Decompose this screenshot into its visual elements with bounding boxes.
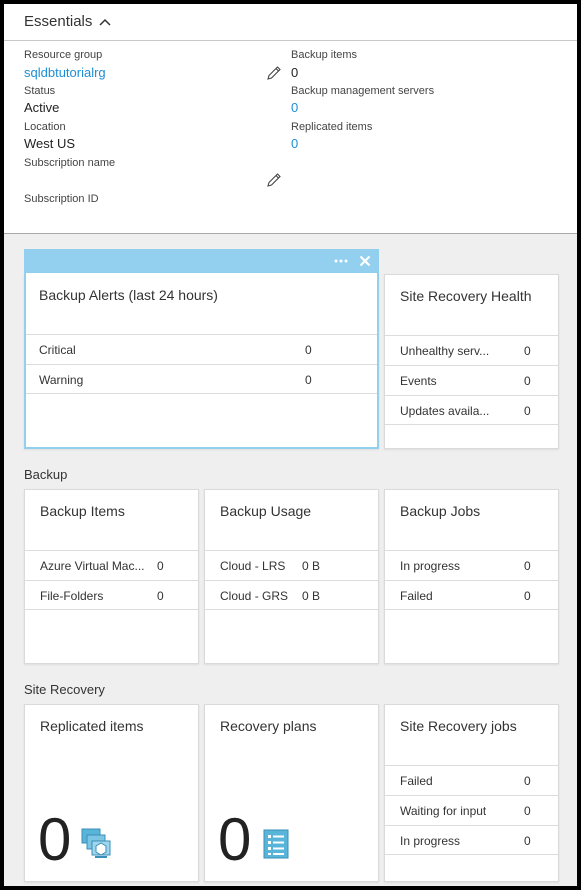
replicated-items-tile[interactable]: Replicated items 0 xyxy=(24,704,199,882)
site-recovery-health-tile[interactable]: Site Recovery Health Unhealthy serv... 0… xyxy=(384,274,559,449)
row-label: In progress xyxy=(400,559,461,573)
recovery-vault-blade: Essentials Resource group sqldbtutorialr… xyxy=(4,4,577,886)
essentials-title: Essentials xyxy=(24,13,93,30)
replicated-items-label: Replicated items xyxy=(291,121,373,133)
row-label: Warning xyxy=(39,373,84,387)
resource-group-label: Resource group xyxy=(24,49,103,61)
essentials-panel: Essentials Resource group sqldbtutorialr… xyxy=(4,4,577,234)
row-value: 0 xyxy=(157,559,164,573)
row-value: 0 xyxy=(524,559,531,573)
backup-alerts-tile[interactable]: Backup Alerts (last 24 hours) Critical 0… xyxy=(24,273,379,449)
resource-group-link[interactable]: sqldbtutorialrg xyxy=(24,65,106,80)
close-icon[interactable] xyxy=(359,255,371,267)
location-value: West US xyxy=(24,136,76,151)
location-label: Location xyxy=(24,121,66,133)
row-value: 0 xyxy=(524,589,531,603)
edit-resource-group-pencil-icon[interactable] xyxy=(266,65,282,81)
row-label: Waiting for input xyxy=(400,804,487,818)
backup-usage-row-lrs[interactable]: Cloud - LRS 0 B xyxy=(205,550,378,580)
row-label: Failed xyxy=(400,589,433,603)
status-label: Status xyxy=(24,85,56,97)
row-value: 0 xyxy=(305,373,312,387)
backup-usage-tile[interactable]: Backup Usage Cloud - LRS 0 B Cloud - GRS… xyxy=(204,489,379,664)
row-value: 0 xyxy=(524,774,531,788)
backup-jobs-row-in-progress[interactable]: In progress 0 xyxy=(385,550,558,580)
row-value: 0 xyxy=(524,804,531,818)
backup-usage-tile-title: Backup Usage xyxy=(220,503,312,519)
row-value: 0 xyxy=(305,343,312,357)
health-row-unhealthy-servers[interactable]: Unhealthy serv... 0 xyxy=(385,335,558,365)
row-value: 0 xyxy=(157,589,164,603)
replicated-items-count: 0 xyxy=(38,806,72,873)
row-value: 0 B xyxy=(302,559,321,573)
row-value: 0 xyxy=(524,374,531,388)
alerts-row-warning[interactable]: Warning 0 xyxy=(26,364,377,394)
essentials-header[interactable]: Essentials xyxy=(4,4,577,41)
sr-jobs-row-failed[interactable]: Failed 0 xyxy=(385,765,558,795)
status-value: Active xyxy=(24,100,60,115)
row-label: Events xyxy=(400,374,437,388)
backup-items-row-file-folders[interactable]: File-Folders 0 xyxy=(25,580,198,610)
recovery-plans-count: 0 xyxy=(218,806,252,873)
subscription-id-label: Subscription ID xyxy=(24,193,99,205)
chevron-up-icon[interactable] xyxy=(97,14,113,30)
ellipsis-icon[interactable] xyxy=(333,257,349,265)
site-recovery-jobs-tile-title: Site Recovery jobs xyxy=(400,718,517,734)
vm-stack-icon xyxy=(81,828,111,858)
backup-usage-row-grs[interactable]: Cloud - GRS 0 B xyxy=(205,580,378,610)
row-label: In progress xyxy=(400,834,461,848)
edit-subscription-pencil-icon[interactable] xyxy=(266,172,282,188)
row-label: Updates availa... xyxy=(400,404,490,418)
backup-jobs-tile[interactable]: Backup Jobs In progress 0 Failed 0 xyxy=(384,489,559,664)
health-row-updates-available[interactable]: Updates availa... 0 xyxy=(385,395,558,425)
backup-items-tile-title: Backup Items xyxy=(40,503,125,519)
backup-mgmt-servers-label: Backup management servers xyxy=(291,85,435,97)
row-label: Azure Virtual Mac... xyxy=(40,559,145,573)
list-document-icon xyxy=(263,829,289,859)
row-value: 0 xyxy=(524,404,531,418)
recovery-plans-tile-title: Recovery plans xyxy=(220,718,317,734)
alerts-row-critical[interactable]: Critical 0 xyxy=(26,334,377,364)
replicated-items-link[interactable]: 0 xyxy=(291,136,298,151)
health-row-events[interactable]: Events 0 xyxy=(385,365,558,395)
backup-jobs-tile-title: Backup Jobs xyxy=(400,503,481,519)
row-label: Cloud - GRS xyxy=(220,589,289,603)
row-label: Unhealthy serv... xyxy=(400,344,490,358)
sr-jobs-row-in-progress[interactable]: In progress 0 xyxy=(385,825,558,855)
row-value: 0 xyxy=(524,834,531,848)
backup-items-label: Backup items xyxy=(291,49,358,61)
subscription-name-label: Subscription name xyxy=(24,157,116,169)
tile-selection-bar xyxy=(24,249,379,273)
sr-jobs-row-waiting-for-input[interactable]: Waiting for input 0 xyxy=(385,795,558,825)
backup-alerts-title: Backup Alerts (last 24 hours) xyxy=(39,287,218,303)
backup-section-title: Backup xyxy=(24,467,68,482)
replicated-items-tile-title: Replicated items xyxy=(40,718,144,734)
row-value: 0 B xyxy=(302,589,321,603)
backup-jobs-row-failed[interactable]: Failed 0 xyxy=(385,580,558,610)
recovery-plans-tile[interactable]: Recovery plans 0 xyxy=(204,704,379,882)
row-label: Failed xyxy=(400,774,433,788)
site-recovery-section-title: Site Recovery xyxy=(24,682,105,697)
site-recovery-health-title: Site Recovery Health xyxy=(400,288,532,304)
backup-mgmt-servers-link[interactable]: 0 xyxy=(291,100,298,115)
site-recovery-jobs-tile[interactable]: Site Recovery jobs Failed 0 Waiting for … xyxy=(384,704,559,882)
backup-items-row-azure-vm[interactable]: Azure Virtual Mac... 0 xyxy=(25,550,198,580)
backup-items-tile[interactable]: Backup Items Azure Virtual Mac... 0 File… xyxy=(24,489,199,664)
row-label: Critical xyxy=(39,343,76,357)
row-value: 0 xyxy=(524,344,531,358)
row-label: Cloud - LRS xyxy=(220,559,286,573)
row-label: File-Folders xyxy=(40,589,104,603)
backup-items-value: 0 xyxy=(291,65,299,80)
